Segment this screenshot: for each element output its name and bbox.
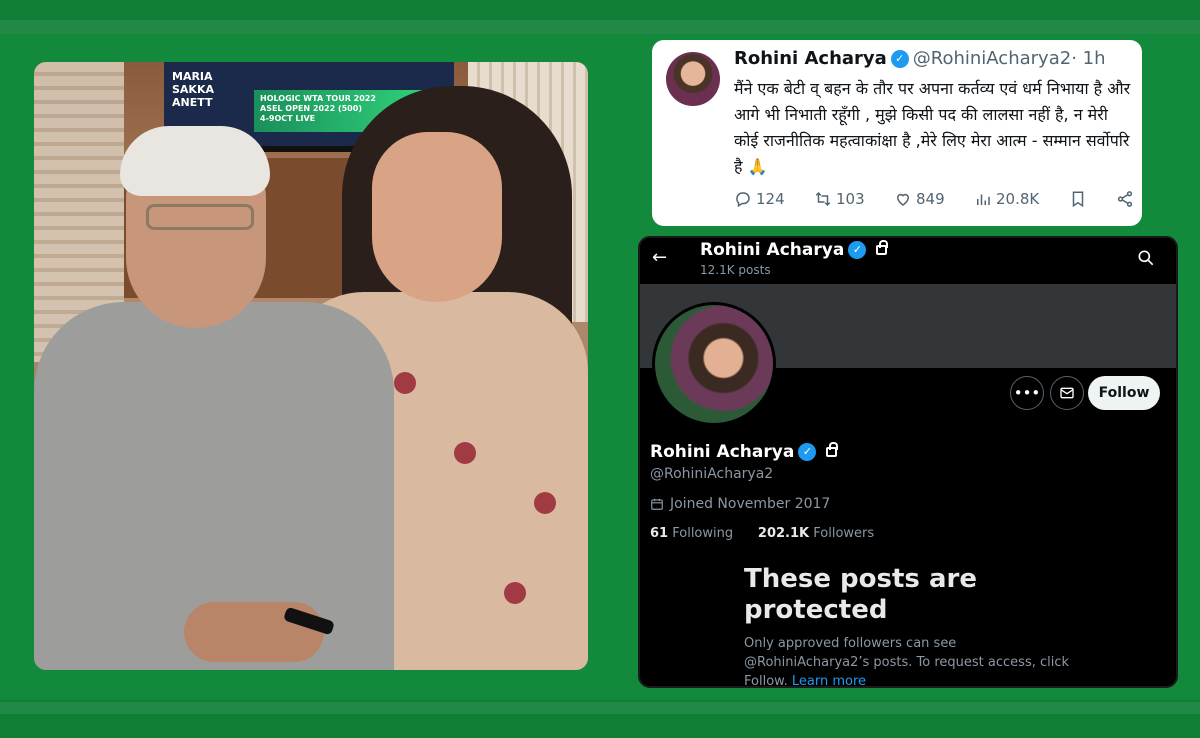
- reply-count: 124: [756, 190, 785, 208]
- top-band: [0, 20, 1200, 34]
- repost-button[interactable]: 103: [814, 190, 865, 208]
- tweet-time[interactable]: · 1h: [1071, 48, 1105, 69]
- bookmark-button[interactable]: [1069, 190, 1087, 208]
- message-button[interactable]: [1050, 376, 1084, 410]
- verified-badge-icon: ✓: [798, 443, 817, 461]
- following-label: Following: [672, 526, 734, 541]
- protected-description: Only approved followers can see @RohiniA…: [744, 634, 1084, 686]
- man-hair: [120, 126, 270, 196]
- heart-icon: [896, 193, 910, 206]
- tv-scoreline: MARIA SAKKA ANETT: [172, 70, 214, 109]
- view-count: 20.8K: [996, 190, 1040, 208]
- topbar-profile-name: Rohini Acharya ✓: [700, 240, 889, 260]
- floral-print: [534, 492, 556, 514]
- verified-badge-icon: ✓: [848, 241, 867, 259]
- profile-topbar: ← Rohini Acharya ✓ 12.1K posts: [640, 238, 1176, 282]
- lock-icon: [826, 442, 839, 457]
- profile-avatar[interactable]: [652, 302, 776, 426]
- joined-text: Joined November 2017: [670, 496, 831, 512]
- tweet-text: मैंने एक बेटी व् बहन के तौर पर अपना कर्त…: [734, 79, 1131, 176]
- profile-card: ← Rohini Acharya ✓ 12.1K posts ••• Follow…: [638, 236, 1178, 688]
- search-icon[interactable]: [1136, 248, 1156, 268]
- more-options-button[interactable]: •••: [1010, 376, 1044, 410]
- like-count: 849: [916, 190, 945, 208]
- reply-icon: [736, 192, 750, 208]
- learn-more-link[interactable]: Learn more: [792, 674, 866, 686]
- joined-date: Joined November 2017: [650, 496, 830, 512]
- verified-badge-icon: ✓: [890, 50, 909, 68]
- repost-icon: [815, 191, 831, 207]
- share-button[interactable]: [1116, 190, 1134, 208]
- like-button[interactable]: 849: [894, 190, 945, 208]
- tweet-actions: 124 103 849 20.8K: [734, 190, 1134, 208]
- woman-face: [372, 132, 502, 302]
- floral-print: [394, 372, 416, 394]
- tweet-header: Rohini Acharya ✓ @RohiniAcharya2· 1h: [734, 48, 1106, 69]
- profile-name: Rohini Acharya ✓: [650, 442, 839, 462]
- profile-handle: @RohiniAcharya2: [650, 466, 774, 482]
- bottom-band: [0, 702, 1200, 714]
- back-arrow-icon[interactable]: ←: [652, 248, 672, 268]
- follow-button[interactable]: Follow: [1088, 376, 1160, 410]
- reply-button[interactable]: 124: [734, 190, 785, 208]
- floral-print: [504, 582, 526, 604]
- views-button[interactable]: 20.8K: [974, 190, 1039, 208]
- tweet-card: Rohini Acharya ✓ @RohiniAcharya2· 1h मैंने…: [652, 40, 1142, 226]
- floral-print: [454, 442, 476, 464]
- tv-banner-text: HOLOGIC WTA TOUR 2022 ASEL OPEN 2022 (50…: [260, 94, 376, 123]
- avatar[interactable]: [666, 52, 720, 106]
- followers-link[interactable]: 202.1K Followers: [758, 526, 874, 541]
- tweet-author-name[interactable]: Rohini Acharya: [734, 48, 887, 69]
- followers-label: Followers: [813, 526, 875, 541]
- share-icon: [1117, 191, 1133, 207]
- protected-title: These posts are protected: [744, 564, 977, 625]
- posts-count: 12.1K posts: [700, 263, 771, 277]
- topbar-name-text: Rohini Acharya: [700, 240, 845, 260]
- following-count: 61: [650, 526, 669, 541]
- views-icon: [977, 194, 990, 205]
- bookmark-icon: [1072, 191, 1083, 208]
- calendar-icon: [651, 498, 663, 510]
- follow-stats: 61 Following 202.1K Followers: [650, 526, 874, 541]
- followers-count: 202.1K: [757, 526, 810, 541]
- lock-icon: [876, 240, 889, 255]
- eyeglasses: [146, 204, 254, 230]
- ellipsis-icon: •••: [1013, 384, 1041, 402]
- following-link[interactable]: 61 Following: [650, 526, 733, 541]
- profile-name-text: Rohini Acharya: [650, 442, 795, 462]
- repost-count: 103: [836, 190, 865, 208]
- mail-icon: [1060, 387, 1074, 399]
- family-photo: MARIA SAKKA ANETT HOLOGIC WTA TOUR 2022 …: [34, 62, 588, 670]
- tweet-author-handle[interactable]: @RohiniAcharya2: [913, 48, 1071, 69]
